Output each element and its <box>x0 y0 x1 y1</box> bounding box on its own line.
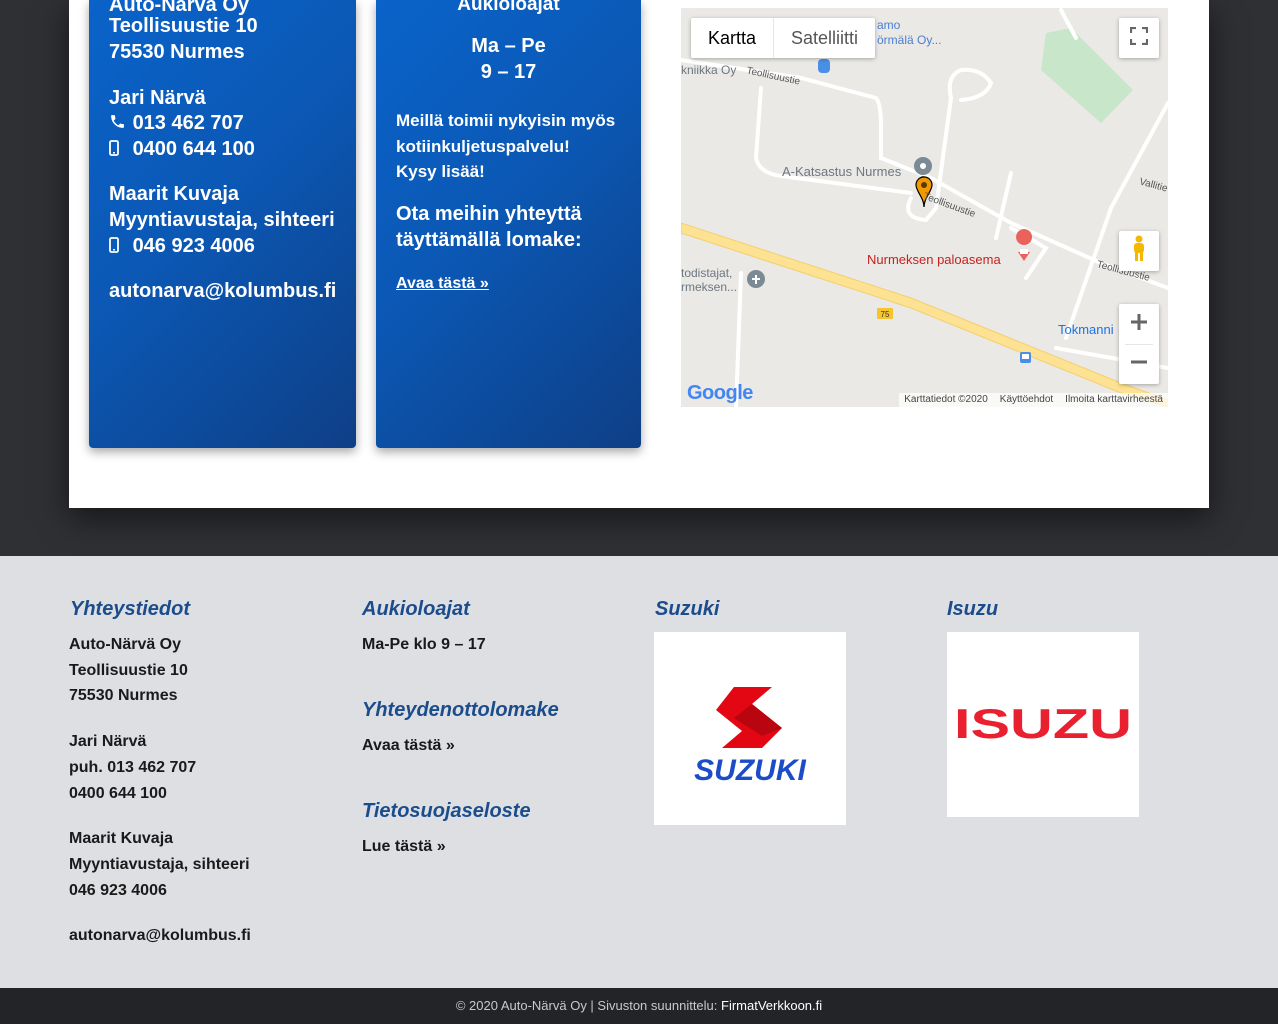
map-label-paloasema: Nurmeksen paloasema <box>867 252 1001 267</box>
footer-contact-heading: Yhteystiedot <box>70 598 191 620</box>
zoom-out-button[interactable] <box>1130 345 1148 384</box>
footer-form-heading: Yhteydenottolomake <box>362 699 559 721</box>
footer-person2-mobile: 046 923 4006 <box>69 881 167 899</box>
mobile-phone-icon <box>109 234 127 260</box>
map-label-poi: örmälä Oy... <box>877 33 942 47</box>
site-footer: Yhteystiedot Auto-Närvä Oy Teollisuustie… <box>0 556 1278 988</box>
copyright-bar: © 2020 Auto-Närvä Oy | Sivuston suunnitt… <box>0 988 1278 1024</box>
footer-suzuki-heading: Suzuki <box>655 598 720 620</box>
phone-icon <box>109 111 127 137</box>
designer-link[interactable]: FirmatVerkkoon.fi <box>721 998 822 1013</box>
person1-name: Jari Närvä <box>109 87 206 109</box>
street-view-button[interactable] <box>1119 231 1159 271</box>
hours-title: Aukioloajat <box>457 0 560 15</box>
suzuki-logo[interactable]: SUZUKI <box>654 632 846 825</box>
map-label-poi: amo <box>877 18 901 32</box>
contact-card: Auto-Närvä Oy Teollisuustie 10 75530 Nur… <box>89 0 356 448</box>
footer-street: Teollisuustie 10 <box>69 661 188 679</box>
map-label-poi: todistajat, <box>681 266 733 280</box>
road-number-label: 75 <box>881 310 890 319</box>
footer-privacy-heading: Tietosuojaseloste <box>362 800 531 822</box>
map-label-katsastus: A-Katsastus Nurmes <box>782 164 902 179</box>
map-label-tokmanni: Tokmanni <box>1058 322 1114 337</box>
contact-prompt-line: Ota meihin yhteyttä <box>396 203 582 225</box>
suzuki-wordmark: SUZUKI <box>694 754 806 787</box>
minus-icon <box>1130 353 1148 376</box>
footer-person1-mobile: 0400 644 100 <box>69 784 167 802</box>
footer-privacy-link[interactable]: Lue tästä » <box>362 834 446 860</box>
map-label-poi: rmeksen... <box>681 280 738 294</box>
terms-link[interactable]: Käyttöehdot <box>1000 393 1053 407</box>
footer-hours-heading: Aukioloajat <box>362 598 470 620</box>
mobile-phone-icon <box>109 137 127 163</box>
person1-mobile-link[interactable]: 0400 644 100 <box>133 138 255 160</box>
delivery-line: Meillä toimii nykyisin myös <box>396 111 616 130</box>
person1-phone-link[interactable]: 013 462 707 <box>133 112 244 134</box>
person1-phone-row: 013 462 707 <box>109 110 244 137</box>
copyright-text: © 2020 Auto-Närvä Oy | Sivuston suunnitt… <box>455 998 721 1013</box>
email-link[interactable]: autonarva@kolumbus.fi <box>109 278 336 304</box>
footer-hours-text: Ma-Pe klo 9 – 17 <box>362 636 486 653</box>
tab-map[interactable]: Kartta <box>691 18 775 58</box>
tab-satellite[interactable]: Satelliitti <box>774 18 875 58</box>
footer-email-link[interactable]: autonarva@kolumbus.fi <box>69 927 251 944</box>
footer-person2-name: Maarit Kuvaja <box>69 830 174 848</box>
footer-form-link[interactable]: Avaa tästä » <box>362 733 455 759</box>
open-form-link[interactable]: Avaa tästä » <box>396 275 489 293</box>
footer-postal: 75530 Nurmes <box>69 687 178 705</box>
contact-prompt-line: täyttämällä lomake: <box>396 229 582 251</box>
person2-mobile-link[interactable]: 046 923 4006 <box>133 235 255 257</box>
google-map[interactable]: 75 A-Katsastus Nurmes Nurmeksen paloasem… <box>681 8 1168 407</box>
fullscreen-button[interactable] <box>1119 18 1159 58</box>
isuzu-logo[interactable]: ISUZU <box>947 632 1139 817</box>
person2-title: Myyntiavustaja, sihteeri <box>109 209 335 231</box>
delivery-line: kotiinkuljetuspalvelu! <box>396 136 570 156</box>
street-address: Teollisuustie 10 <box>109 15 258 37</box>
map-data-attribution: Karttatiedot ©2020 <box>904 394 988 405</box>
map-attribution: Karttatiedot ©2020 Käyttöehdot Ilmoita k… <box>899 393 1168 407</box>
map-type-tabs: Kartta Satelliitti <box>691 18 876 58</box>
google-logo[interactable]: Google <box>687 382 753 405</box>
zoom-controls <box>1119 304 1159 384</box>
isuzu-wordmark: ISUZU <box>954 700 1132 747</box>
person2-mobile-row: 046 923 4006 <box>109 233 255 260</box>
postal-address: 75530 Nurmes <box>109 41 245 63</box>
footer-isuzu-heading: Isuzu <box>947 598 999 620</box>
report-map-error-link[interactable]: Ilmoita karttavirheestä <box>1065 393 1163 407</box>
delivery-info: Meillä toimii nykyisin myös kotiinkuljet… <box>396 108 615 185</box>
map-label-poi: kniikka Oy <box>681 63 737 77</box>
hours-card: Aukioloajat Ma – Pe 9 – 17 Meillä toimii… <box>376 0 641 448</box>
footer-company: Auto-Närvä Oy <box>69 636 182 653</box>
footer-person2-title: Myyntiavustaja, sihteeri <box>69 855 250 873</box>
zoom-in-button[interactable] <box>1130 304 1148 344</box>
contact-prompt: Ota meihin yhteyttä täyttämällä lomake: <box>396 201 582 253</box>
footer-person1-name: Jari Närvä <box>69 733 147 751</box>
person2-name: Maarit Kuvaja <box>109 183 240 205</box>
footer-person1-phone: puh. 013 462 707 <box>69 758 197 776</box>
hours-days: Ma – Pe <box>471 35 546 57</box>
pegman-icon <box>1131 235 1147 268</box>
fullscreen-icon <box>1129 26 1149 50</box>
delivery-line: Kysy lisää! <box>396 162 485 181</box>
person1-mobile-row: 0400 644 100 <box>109 136 255 163</box>
hours-time: 9 – 17 <box>480 61 537 83</box>
plus-icon <box>1130 313 1148 336</box>
footer-contact-block: Auto-Närvä Oy Teollisuustie 10 75530 Nur… <box>69 632 251 949</box>
